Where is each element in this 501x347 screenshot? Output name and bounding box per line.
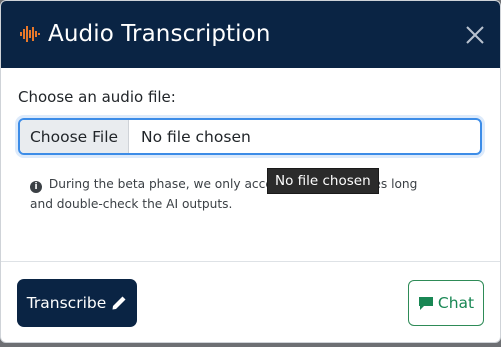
file-name-display: No file chosen [141,127,251,146]
transcribe-button[interactable]: Transcribe [17,279,137,327]
file-tooltip: No file chosen [267,168,379,194]
modal-header: Audio Transcription [1,1,500,68]
transcribe-label: Transcribe [26,294,107,312]
audio-transcription-modal: Audio Transcription Choose an audio file… [0,0,501,343]
beta-note-text-start: During the beta phase, we only accep [48,177,281,191]
modal-footer: Transcribe Chat [1,261,500,342]
file-input-label: Choose an audio file: [18,88,176,106]
modal-body: Choose an audio file: Choose File No fil… [1,68,500,261]
chat-button[interactable]: Chat [408,280,484,326]
close-icon[interactable] [464,24,486,46]
choose-file-button[interactable]: Choose File [20,120,129,153]
chat-label: Chat [437,294,475,312]
audio-wave-icon [20,26,40,42]
chat-icon [418,296,433,310]
info-icon: i [30,181,42,193]
modal-title: Audio Transcription [48,21,271,47]
audio-file-input[interactable]: Choose File No file chosen [18,118,482,155]
pencil-icon [112,296,126,310]
